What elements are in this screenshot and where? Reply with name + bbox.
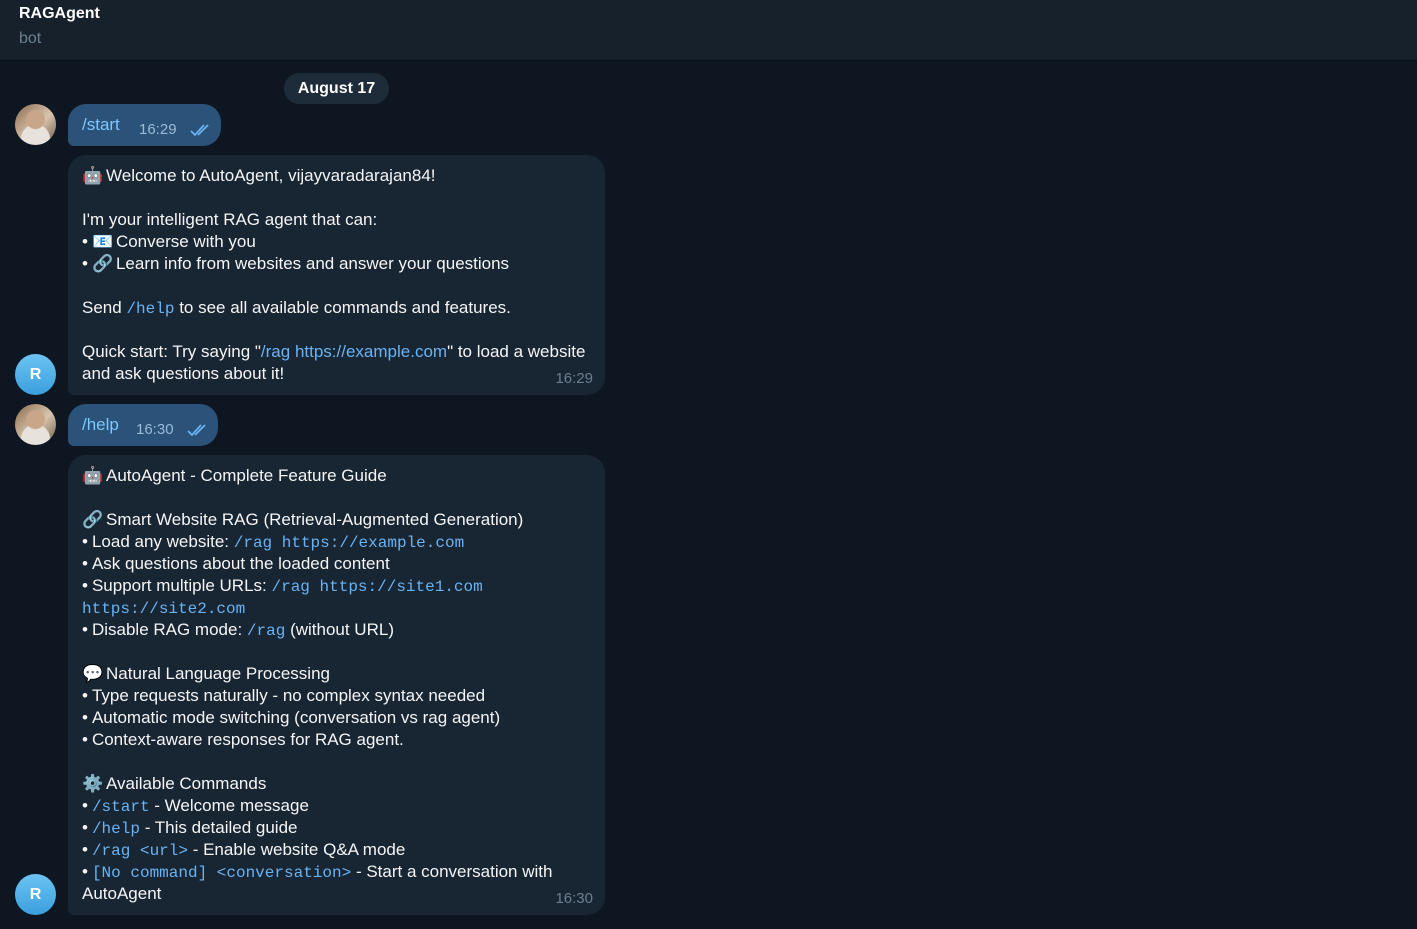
rag-site1-code[interactable]: /rag https://site1.com — [272, 578, 483, 596]
message-time: 16:29 — [139, 121, 177, 138]
incoming-message-guide[interactable]: 🤖 AutoAgent - Complete Feature Guide 🔗 Sma… — [68, 455, 605, 915]
nlp-bullet-3: Context-aware responses for RAG agent. — [91, 730, 404, 749]
bullet-glyph: • — [82, 576, 88, 595]
chat-header[interactable]: RAGAgent bot — [0, 0, 1417, 61]
user-avatar[interactable] — [15, 404, 56, 445]
rag-command-link[interactable]: /rag — [261, 342, 290, 361]
bullet-glyph: • — [82, 840, 88, 859]
welcome-title: Welcome to AutoAgent, vijayvaradarajan84… — [106, 166, 436, 185]
chat-title[interactable]: RAGAgent — [19, 5, 100, 23]
multiple-urls-label: Support multiple URLs: — [91, 576, 267, 595]
bullet-glyph: • — [82, 532, 88, 551]
message-time: 16:29 — [555, 370, 593, 387]
bullet-glyph: • — [82, 254, 88, 273]
link-icon: 🔗 — [91, 254, 114, 273]
conversation-command-desc: - Start a conversation with — [355, 862, 553, 881]
quick-suffix: " to load a website — [447, 342, 586, 361]
send-prefix: Send — [82, 298, 122, 317]
bullet-glyph: • — [82, 686, 88, 705]
double-check-icon — [190, 124, 209, 137]
outgoing-message-start[interactable]: /start 16:29 — [68, 104, 221, 146]
bot-avatar[interactable]: R — [15, 354, 56, 395]
bullet-glyph: • — [82, 620, 88, 639]
date-divider: August 17 — [284, 73, 389, 104]
robot-icon: 🤖 — [82, 466, 104, 485]
nlp-bullet-2: Automatic mode switching (conversation v… — [91, 708, 501, 727]
incoming-message-welcome[interactable]: 🤖 Welcome to AutoAgent, vijayvaradarajan8… — [68, 155, 605, 395]
no-command-code[interactable]: [No command] <conversation> — [92, 864, 351, 882]
feature-learn: Learn info from websites and answer your… — [115, 254, 510, 273]
double-check-icon — [187, 424, 206, 437]
quick-prefix: Quick start: Try saying " — [82, 342, 261, 361]
disable-rag-suffix: (without URL) — [290, 620, 394, 639]
gear-icon: ⚙️ — [82, 774, 104, 793]
site2-code[interactable]: https://site2.com — [82, 600, 245, 618]
bot-avatar[interactable]: R — [15, 874, 56, 915]
section-rag-title: Smart Website RAG (Retrieval-Augmented G… — [106, 510, 524, 529]
outgoing-message-help[interactable]: /help 16:30 — [68, 404, 218, 446]
rag-url-command-code[interactable]: /rag <url> — [92, 842, 188, 860]
load-website-label: Load any website: — [91, 532, 229, 551]
start-command-code[interactable]: /start — [92, 798, 150, 816]
welcome-intro: I'm your intelligent RAG agent that can: — [82, 210, 378, 229]
conversation-desc-line2: AutoAgent — [82, 884, 162, 903]
speech-bubble-icon: 💬 — [82, 664, 104, 683]
quick-line2: and ask questions about it! — [82, 364, 285, 383]
bullet-glyph: • — [82, 730, 88, 749]
section-nlp-title: Natural Language Processing — [106, 664, 330, 683]
help-command-text[interactable]: /help — [82, 415, 119, 435]
example-url-link[interactable]: https://example.com — [295, 342, 447, 361]
send-suffix: to see all available commands and featur… — [179, 298, 511, 317]
bullet-glyph: • — [82, 796, 88, 815]
feature-converse: Converse with you — [115, 232, 256, 251]
disable-rag-label: Disable RAG mode: — [91, 620, 243, 639]
bullet-glyph: • — [82, 708, 88, 727]
nlp-bullet-1: Type requests naturally - no complex syn… — [91, 686, 486, 705]
message-time: 16:30 — [136, 421, 174, 438]
bullet-glyph: • — [82, 862, 88, 881]
rag-disable-code[interactable]: /rag — [247, 622, 285, 640]
help-command-link[interactable]: /help — [126, 300, 174, 318]
guide-title: AutoAgent - Complete Feature Guide — [106, 466, 387, 485]
section-commands-title: Available Commands — [106, 774, 267, 793]
start-command-desc: - Welcome message — [154, 796, 309, 815]
user-avatar[interactable] — [15, 104, 56, 145]
rag-example-code[interactable]: /rag https://example.com — [234, 534, 464, 552]
bullet-glyph: • — [82, 232, 88, 251]
rag-command-desc: - Enable website Q&A mode — [192, 840, 406, 859]
envelope-icon: 📧 — [91, 232, 114, 251]
ask-questions-text: Ask questions about the loaded content — [91, 554, 390, 573]
start-command-text[interactable]: /start — [82, 115, 120, 135]
bullet-glyph: • — [82, 554, 88, 573]
robot-icon: 🤖 — [82, 166, 104, 185]
chat-subtitle: bot — [19, 30, 42, 47]
help-command-desc: - This detailed guide — [144, 818, 298, 837]
help-command-code[interactable]: /help — [92, 820, 140, 838]
link-icon: 🔗 — [82, 510, 104, 529]
bullet-glyph: • — [82, 818, 88, 837]
message-time: 16:30 — [555, 890, 593, 907]
